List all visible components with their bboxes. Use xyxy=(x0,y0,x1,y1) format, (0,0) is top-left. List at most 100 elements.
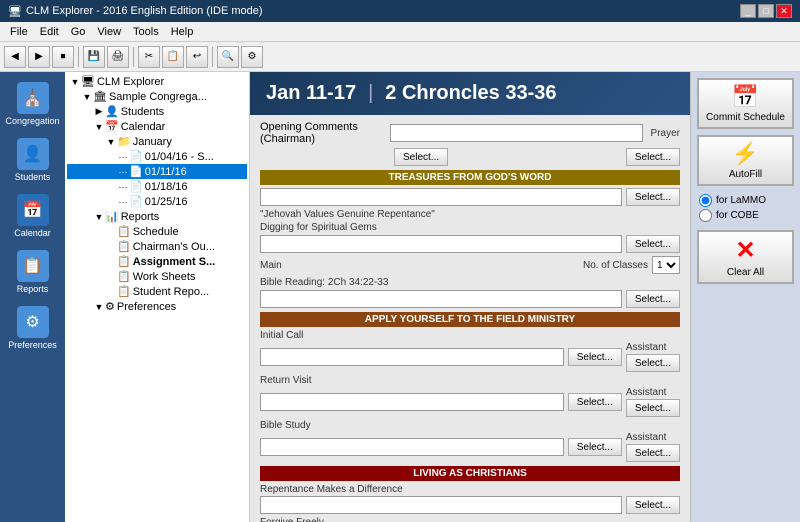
menu-edit[interactable]: Edit xyxy=(34,25,65,39)
apply-header: APPLY YOURSELF TO THE FIELD MINISTRY xyxy=(260,312,680,327)
jehovah-select-button[interactable]: Select... xyxy=(626,188,680,206)
cobe-radio-row: for COBE xyxy=(699,209,792,222)
copy-button[interactable]: 📋 xyxy=(162,46,184,68)
clear-all-button[interactable]: ✕ Clear All xyxy=(697,230,794,284)
toolbar-sep3 xyxy=(212,47,213,67)
search-button[interactable]: 🔍 xyxy=(217,46,239,68)
tree-root[interactable]: ▼ 🖥 CLM Explorer xyxy=(67,74,247,89)
menu-tools[interactable]: Tools xyxy=(127,25,165,39)
sidebar-students[interactable]: 👤 Students xyxy=(4,132,62,188)
sidebar-congregation[interactable]: ⛪ Congregation xyxy=(4,76,62,132)
autofill-button[interactable]: ⚡ AutoFill xyxy=(697,135,794,186)
cut-button[interactable]: ✂ xyxy=(138,46,160,68)
lamma-radio[interactable] xyxy=(699,194,712,207)
preferences-icon: ⚙ xyxy=(17,306,49,338)
bible-study-input[interactable] xyxy=(260,438,564,456)
jehovah-input[interactable] xyxy=(260,188,622,206)
tree-label-week3: 01/18/16 xyxy=(145,181,188,193)
menu-view[interactable]: View xyxy=(91,25,127,39)
tree-week2[interactable]: ··· 📄 01/11/16 xyxy=(67,164,247,179)
close-button[interactable]: ✕ xyxy=(776,4,792,18)
return-visit-assistant-select[interactable]: Select... xyxy=(626,399,680,417)
tree-studentreport[interactable]: 📋 Student Repo... xyxy=(67,284,247,299)
repentance-input[interactable] xyxy=(260,496,622,514)
digging-input[interactable] xyxy=(260,235,622,253)
opening-select-button[interactable]: Select... xyxy=(394,148,448,166)
tree-chairmans[interactable]: 📋 Chairman's Ou... xyxy=(67,239,247,254)
stop-button[interactable]: ⏹ xyxy=(52,46,74,68)
tree-preferences[interactable]: ▼ ⚙ Preferences xyxy=(67,299,247,314)
menu-go[interactable]: Go xyxy=(65,25,92,39)
tree-toggle-week2: ··· xyxy=(117,167,129,177)
repentance-row: Select... xyxy=(260,496,680,514)
forgive-label: Forgive Freely xyxy=(260,517,680,522)
bible-study-select-button[interactable]: Select... xyxy=(568,438,622,456)
clear-label: Clear All xyxy=(727,267,764,278)
no-classes-select[interactable]: 1 2 xyxy=(652,256,680,274)
autofill-label: AutoFill xyxy=(729,169,762,180)
tree-label-week1: 01/04/16 - S... xyxy=(145,151,214,163)
tree-week3[interactable]: ··· 📄 01/18/16 xyxy=(67,179,247,194)
tree-calendar[interactable]: ▼ 📅 Calendar xyxy=(67,119,247,134)
digging-select-button[interactable]: Select... xyxy=(626,235,680,253)
maximize-button[interactable]: □ xyxy=(758,4,774,18)
tree-icon-schedule: 📋 xyxy=(117,225,131,238)
return-visit-select-button[interactable]: Select... xyxy=(568,393,622,411)
tree-assignment[interactable]: 📋 Assignment S... xyxy=(67,254,247,269)
menu-file[interactable]: File xyxy=(4,25,34,39)
initial-call-select-button[interactable]: Select... xyxy=(568,348,622,366)
tree-icon-january: 📁 xyxy=(117,135,131,148)
tree-week4[interactable]: ··· 📄 01/25/16 xyxy=(67,194,247,209)
back-button[interactable]: ◀ xyxy=(4,46,26,68)
tree-toggle-week4: ··· xyxy=(117,197,129,207)
tree-students[interactable]: ▶ 👤 Students xyxy=(67,104,247,119)
return-visit-input[interactable] xyxy=(260,393,564,411)
tree-january[interactable]: ▼ 📁 January xyxy=(67,134,247,149)
opening-comments-row: Opening Comments (Chairman) Prayer xyxy=(260,121,680,145)
forward-button[interactable]: ▶ xyxy=(28,46,50,68)
tree-reports[interactable]: ▼ 📊 Reports xyxy=(67,209,247,224)
commit-label: Commit Schedule xyxy=(706,112,785,123)
bible-study-assistant-select[interactable]: Select... xyxy=(626,444,680,462)
tree-worksheets[interactable]: 📋 Work Sheets xyxy=(67,269,247,284)
minimize-button[interactable]: _ xyxy=(740,4,756,18)
commit-schedule-button[interactable]: 📅 Commit Schedule xyxy=(697,78,794,129)
tree-toggle-reports: ▼ xyxy=(93,212,105,222)
header-scripture: 2 Chroncles 33-36 xyxy=(385,82,556,105)
tree-week1[interactable]: ··· 📄 01/04/16 - S... xyxy=(67,149,247,164)
tree-congregation[interactable]: ▼ 🏛 Sample Congrega... xyxy=(67,89,247,104)
calendar-label: Calendar xyxy=(14,228,51,238)
cobe-label: for COBE xyxy=(716,210,759,221)
menu-help[interactable]: Help xyxy=(165,25,200,39)
right-panel: 📅 Commit Schedule ⚡ AutoFill for LaMMO f… xyxy=(690,72,800,522)
sidebar-reports[interactable]: 📋 Reports xyxy=(4,244,62,300)
settings-button[interactable]: ⚙ xyxy=(241,46,263,68)
cobe-radio[interactable] xyxy=(699,209,712,222)
opening-comments-input[interactable] xyxy=(390,124,642,142)
tree-label-preferences: Preferences xyxy=(117,301,176,313)
bible-reading-input[interactable] xyxy=(260,290,622,308)
tree-label-week4: 01/25/16 xyxy=(145,196,188,208)
toolbar: ◀ ▶ ⏹ 💾 🖨 ✂ 📋 ↩ 🔍 ⚙ xyxy=(0,42,800,72)
initial-call-input[interactable] xyxy=(260,348,564,366)
tree-icon-studentreport: 📋 xyxy=(117,285,131,298)
living-header: LIVING AS CHRISTIANS xyxy=(260,466,680,481)
tree-toggle-january: ▼ xyxy=(105,137,117,147)
prayer-top-select-button[interactable]: Select... xyxy=(626,148,680,166)
tree-label-worksheets: Work Sheets xyxy=(133,271,196,283)
tree-schedule[interactable]: 📋 Schedule xyxy=(67,224,247,239)
tree-icon-students: 👤 xyxy=(105,105,119,118)
sidebar-preferences[interactable]: ⚙ Preferences xyxy=(4,300,62,356)
opening-comments-label: Opening Comments (Chairman) xyxy=(260,121,386,145)
print-button[interactable]: 🖨 xyxy=(107,46,129,68)
sidebar-calendar[interactable]: 📅 Calendar xyxy=(4,188,62,244)
bible-study-assistant-col: Assistant Select... xyxy=(626,432,680,462)
repentance-select-button[interactable]: Select... xyxy=(626,496,680,514)
undo-button[interactable]: ↩ xyxy=(186,46,208,68)
content-area: Jan 11-17 | 2 Chroncles 33-36 Opening Co… xyxy=(250,72,690,522)
main-layout: ⛪ Congregation 👤 Students 📅 Calendar 📋 R… xyxy=(0,72,800,522)
title-text: CLM Explorer - 2016 English Edition (IDE… xyxy=(26,5,263,17)
bible-reading-select-button[interactable]: Select... xyxy=(626,290,680,308)
save-button[interactable]: 💾 xyxy=(83,46,105,68)
initial-call-assistant-select[interactable]: Select... xyxy=(626,354,680,372)
